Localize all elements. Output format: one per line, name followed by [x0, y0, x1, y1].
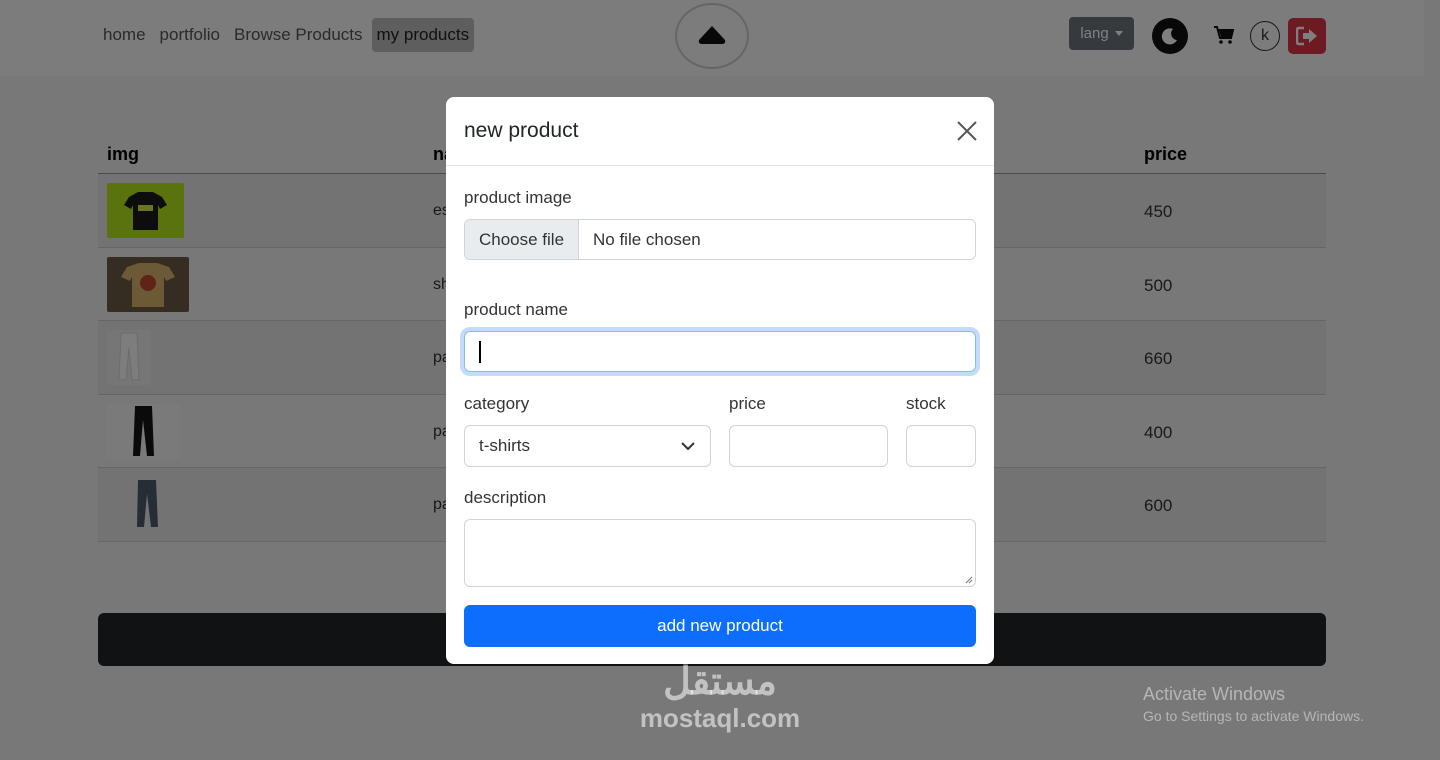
add-new-product-button[interactable]: add new product	[464, 605, 976, 647]
close-icon[interactable]	[956, 120, 978, 142]
stock-input[interactable]	[906, 425, 976, 467]
price-label: price	[729, 394, 766, 413]
product-image-input[interactable]: Choose file No file chosen	[464, 219, 976, 260]
choose-file-button[interactable]: Choose file	[465, 220, 579, 259]
windows-activation-notice: Activate Windows Go to Settings to activ…	[1143, 684, 1364, 724]
category-label: category	[464, 394, 530, 413]
modal-header: new product	[446, 97, 994, 166]
new-product-modal: new product product image Choose file No…	[446, 97, 994, 664]
product-image-label: product image	[464, 188, 572, 207]
file-status: No file chosen	[593, 229, 701, 249]
watermark: مستقل mostaql.com	[632, 660, 808, 732]
category-select[interactable]: t-shirts	[464, 425, 711, 467]
activation-subtitle: Go to Settings to activate Windows.	[1143, 708, 1364, 724]
product-name-input[interactable]	[464, 331, 976, 372]
stock-label: stock	[906, 394, 946, 413]
product-name-label: product name	[464, 300, 568, 319]
resize-grip-icon[interactable]	[965, 576, 973, 584]
modal-title: new product	[464, 119, 579, 142]
text-cursor	[479, 341, 481, 363]
price-input[interactable]	[729, 425, 888, 467]
activation-title: Activate Windows	[1143, 684, 1286, 704]
category-value: t-shirts	[479, 436, 530, 455]
watermark-latin: mostaql.com	[639, 703, 801, 733]
description-label: description	[464, 488, 547, 507]
description-textarea[interactable]	[464, 519, 976, 587]
chevron-down-icon	[681, 442, 695, 451]
watermark-arabic: مستقل	[663, 661, 777, 703]
